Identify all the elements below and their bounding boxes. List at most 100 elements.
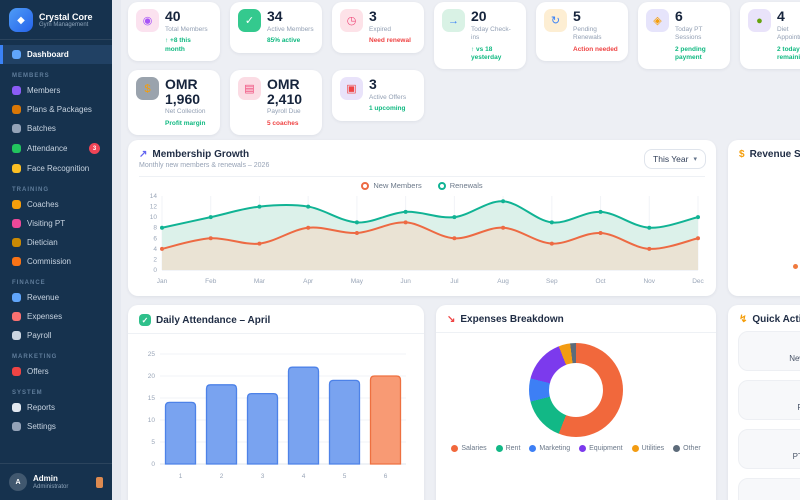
year-filter-value: This Year: [653, 154, 689, 164]
user-name: Admin: [33, 474, 58, 483]
sidebar-item-label: Commission: [27, 257, 72, 266]
expenses-breakdown-panel: ↘ Expenses Breakdown Salaries Rent Marketi…: [436, 305, 716, 500]
sidebar-item-revenue[interactable]: Revenue: [0, 288, 112, 307]
quick-action-extra-3-button[interactable]: [738, 478, 800, 500]
sidebar-item-dietician[interactable]: Dietician: [0, 233, 112, 252]
revenue-split-panel: $ Revenue Split: [728, 140, 800, 296]
stat-value: 40: [165, 8, 181, 24]
svg-text:Sep: Sep: [546, 278, 558, 285]
expenses-breakdown-title: Expenses Breakdown: [460, 314, 564, 325]
sidebar-item-reports[interactable]: Reports: [0, 398, 112, 417]
legend-item-other[interactable]: Other: [673, 445, 701, 452]
sidebar-item-label: Plans & Packages: [27, 105, 92, 114]
settings-icon: [12, 422, 21, 431]
money-bag-icon: $: [136, 77, 159, 100]
stat-card-body: 20 Today Check-ins ↑ vs 18 yesterday: [471, 9, 518, 62]
stat-value: 34: [267, 8, 283, 24]
payroll-icon: [12, 331, 21, 340]
svg-text:Dec: Dec: [692, 278, 704, 285]
stat-label: Total Members: [165, 25, 208, 33]
svg-text:2: 2: [153, 256, 157, 263]
face-recognition-icon: [12, 164, 21, 173]
legend-label: Renewals: [449, 181, 483, 190]
sidebar-item-attendance[interactable]: Attendance 3: [0, 138, 112, 159]
quick-action-new-member-button[interactable]: New Member: [738, 331, 800, 371]
check-icon: ✓: [139, 314, 151, 326]
user-role: Administrator: [33, 484, 69, 490]
commission-icon: [12, 257, 21, 266]
stat-note: 1 upcoming: [369, 105, 406, 113]
stat-note: ↑ vs 18 yesterday: [471, 45, 502, 61]
receipt-icon: ▤: [238, 77, 261, 100]
sidebar-item-payroll[interactable]: Payroll: [0, 326, 112, 345]
svg-text:20: 20: [148, 373, 156, 380]
attendance-icon: [12, 144, 21, 153]
sidebar: ◆ Crystal Core Gym Management Dashboard M…: [0, 0, 112, 500]
sidebar-item-expenses[interactable]: Expenses: [0, 307, 112, 326]
legend-item-rent[interactable]: Rent: [495, 445, 521, 452]
legend-item-renewals[interactable]: Renewals: [437, 181, 483, 190]
stat-card-body: 4Diet Appointments 2 today remaining: [777, 9, 800, 62]
stat-value: 20: [471, 8, 487, 24]
svg-text:Oct: Oct: [595, 278, 605, 285]
sidebar-item-label: Coaches: [27, 200, 59, 209]
daily-attendance-panel: ✓ Daily Attendance – April 0 5 10 15 20 25 1 2 3…: [128, 305, 424, 500]
legend-item-utilities[interactable]: Utilities: [631, 445, 664, 452]
stat-label: Diet Appointments: [777, 25, 800, 42]
sidebar-item-dashboard[interactable]: Dashboard: [0, 45, 112, 64]
sidebar-section-title: MARKETING: [12, 354, 58, 360]
user-profile[interactable]: A Admin Administrator: [0, 463, 112, 500]
sidebar-item-settings[interactable]: Settings: [0, 417, 112, 436]
svg-text:Nov: Nov: [643, 278, 655, 285]
quick-action-pt-session-button[interactable]: PT Session: [738, 429, 800, 469]
svg-text:6: 6: [384, 473, 388, 480]
stat-value: 3: [369, 8, 377, 24]
sidebar-item-label: Attendance: [27, 144, 68, 153]
svg-text:Apr: Apr: [303, 278, 314, 285]
svg-text:15: 15: [148, 395, 156, 402]
sidebar-item-plans-packages[interactable]: Plans & Packages: [0, 100, 112, 119]
members-icon: [12, 86, 21, 95]
sidebar-item-members[interactable]: Members: [0, 81, 112, 100]
sidebar-item-label: Expenses: [27, 312, 63, 321]
logout-icon[interactable]: [96, 476, 103, 488]
stat-value: 3: [369, 76, 377, 92]
svg-text:2: 2: [220, 473, 224, 480]
sidebar-item-face-recognition[interactable]: Face Recognition: [0, 159, 112, 178]
legend-item-new-members[interactable]: New Members: [361, 181, 422, 190]
year-filter-dropdown[interactable]: This Year ▾: [644, 149, 706, 169]
legend-item-marketing[interactable]: Marketing: [529, 445, 570, 452]
stat-label: Active Offers: [369, 93, 407, 101]
sidebar-item-label: Settings: [27, 422, 56, 431]
svg-text:5: 5: [343, 473, 347, 480]
sidebar-item-commission[interactable]: Commission: [0, 252, 112, 271]
dashboard-icon: [12, 50, 21, 59]
stat-card-body: 3 Active Offers 1 upcoming: [369, 77, 406, 114]
revenue-icon: [12, 293, 21, 302]
stat-card-active-members: ✓ 34 Active Members 85% active: [230, 2, 322, 53]
quick-action-renewal-button[interactable]: Renewal: [738, 380, 800, 420]
stat-label: Pending Renewals: [573, 25, 602, 42]
svg-text:Jan: Jan: [157, 278, 168, 285]
svg-text:8: 8: [153, 225, 157, 232]
quick-actions-title: Quick Actions: [752, 314, 800, 325]
membership-growth-panel: ↗ Membership Growth Monthly new members …: [128, 140, 716, 296]
sidebar-item-batches[interactable]: Batches: [0, 119, 112, 138]
sidebar-item-offers[interactable]: Offers: [0, 362, 112, 381]
stat-note: Action needed: [573, 45, 618, 53]
legend-item-equipment[interactable]: Equipment: [579, 445, 623, 452]
legend-item-salaries[interactable]: Salaries: [451, 445, 487, 452]
donut-hole: [549, 363, 603, 417]
sidebar-item-label: Visiting PT: [27, 219, 66, 228]
sidebar-scrollbar[interactable]: [112, 0, 121, 500]
legend-label: Rent: [505, 445, 521, 452]
sidebar-item-coaches[interactable]: Coaches: [0, 195, 112, 214]
quick-actions-panel: ↯ Quick Actions New Member Renewal PT Sess…: [728, 305, 800, 500]
svg-text:0: 0: [151, 461, 155, 468]
stat-card-body: 6 Today PT Sessions 2 pending payment: [675, 9, 722, 62]
legend-label: Equipment: [589, 445, 623, 452]
svg-text:1: 1: [179, 473, 183, 480]
sidebar-item-label: Reports: [27, 403, 56, 412]
stat-card-body: OMR 2,410 Payroll Due 5 coaches: [267, 77, 314, 128]
sidebar-item-visiting-pt[interactable]: Visiting PT: [0, 214, 112, 233]
